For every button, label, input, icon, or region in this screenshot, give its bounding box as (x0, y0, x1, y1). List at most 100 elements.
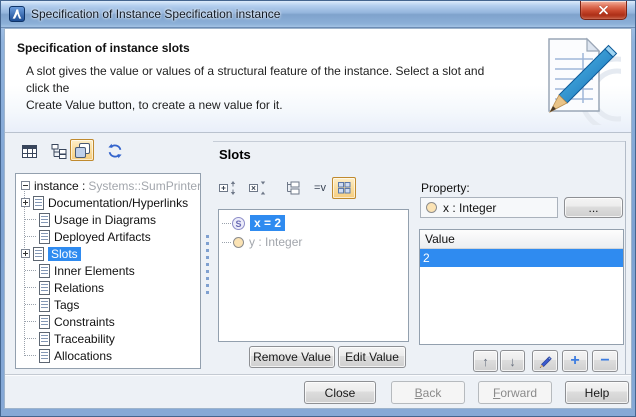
slot-label-selected: x = 2 (250, 215, 285, 231)
tree-guide-stub (222, 242, 231, 243)
root-name: instance : (34, 179, 85, 193)
slots-tree[interactable]: x = 2 y : Integer (218, 209, 409, 342)
tree-guide-stub (222, 223, 231, 224)
value-row-selected[interactable]: 2 (420, 249, 623, 267)
tree-guide-stub (25, 236, 36, 237)
tree-guide-stub (25, 355, 36, 356)
element-tree-panel[interactable]: instance :Systems::SumPrinter Documentat… (15, 173, 201, 369)
refresh-button[interactable] (103, 140, 127, 162)
document-icon (39, 332, 50, 346)
tree-root-label: instance :Systems::SumPrinter (34, 179, 201, 193)
slot-label: y : Integer (249, 235, 302, 249)
grid-mode-icon (338, 182, 351, 194)
document-pencil-icon (529, 33, 621, 125)
tree-row-relations[interactable]: Relations (17, 279, 199, 296)
back-label: Back (415, 386, 442, 400)
document-icon (39, 281, 50, 295)
properties-view-button[interactable] (17, 140, 41, 162)
expand-expander-icon[interactable] (21, 249, 30, 258)
hierarchy-mode-icon (285, 181, 301, 195)
tree-guide-stub (25, 219, 36, 220)
slots-panel-title: Slots (219, 147, 251, 162)
expand-all-icon (218, 180, 236, 196)
document-icon (39, 315, 50, 329)
close-label: Close (325, 386, 356, 400)
tree-row-deployed-artifacts[interactable]: Deployed Artifacts (17, 228, 199, 245)
root-type: Systems::SumPrinter (88, 179, 201, 193)
tree-row-tags[interactable]: Tags (17, 296, 199, 313)
move-down-button[interactable]: ↓ (500, 350, 525, 372)
collapse-nodes-button[interactable] (245, 178, 269, 198)
move-up-button[interactable]: ↑ (473, 350, 498, 372)
slot-empty-icon (233, 237, 244, 248)
tree-item-label: Tags (54, 298, 79, 312)
close-button[interactable] (580, 1, 627, 20)
help-button[interactable]: Help (565, 381, 629, 404)
document-icon (33, 247, 44, 261)
tree-guide-stub (25, 270, 36, 271)
slot-row-x[interactable]: x = 2 (220, 214, 407, 232)
close-dialog-button[interactable]: Close (304, 381, 376, 404)
browse-label: ... (588, 201, 598, 215)
tree-item-label: Usage in Diagrams (54, 213, 156, 227)
tree-row-traceability[interactable]: Traceability (17, 330, 199, 347)
document-icon (39, 349, 50, 363)
hierarchy-mode-button[interactable] (281, 178, 305, 198)
back-button: Back (391, 381, 465, 404)
header-panel: Specification of instance slots A slot g… (5, 29, 631, 133)
tree-row-documentation[interactable]: Documentation/Hyperlinks (17, 194, 199, 211)
remove-value-label: Remove Value (253, 350, 331, 364)
containment-view-button[interactable] (47, 140, 71, 162)
title-bar[interactable]: Specification of Instance Specification … (1, 1, 635, 28)
tree-row-slots[interactable]: Slots (17, 245, 199, 262)
header-title: Specification of instance slots (17, 41, 190, 55)
plus-icon: + (570, 353, 579, 369)
edit-value-icon-button[interactable] (532, 350, 558, 372)
tree-guide-stub (25, 287, 36, 288)
tree-row-inner-elements[interactable]: Inner Elements (17, 262, 199, 279)
expand-nodes-button[interactable] (215, 178, 239, 198)
grid-mode-button[interactable] (332, 177, 356, 199)
equals-v-icon: =v (314, 182, 326, 194)
forward-button: Forward (478, 381, 552, 404)
tree-guide-stub (25, 321, 36, 322)
document-icon (39, 213, 50, 227)
tree-item-label: Inner Elements (54, 264, 135, 278)
tree-row-usage-in-diagrams[interactable]: Usage in Diagrams (17, 211, 199, 228)
add-value-button[interactable]: + (562, 350, 588, 372)
edit-value-button[interactable]: Edit Value (338, 346, 406, 368)
slot-row-y[interactable]: y : Integer (220, 233, 407, 251)
property-value: x : Integer (443, 201, 496, 215)
tree-item-label-selected: Slots (48, 247, 81, 261)
cards-view-button[interactable] (70, 139, 94, 161)
tree-row-allocations[interactable]: Allocations (17, 347, 199, 364)
show-values-button[interactable]: =v (309, 178, 331, 198)
document-icon (39, 264, 50, 278)
edit-value-label: Edit Value (345, 350, 399, 364)
collapse-expander-icon[interactable] (21, 181, 30, 190)
browse-property-button[interactable]: ... (564, 197, 623, 218)
app-icon (9, 6, 25, 22)
slot-empty-icon (426, 202, 437, 213)
expand-expander-icon[interactable] (21, 198, 30, 207)
splitter-handle[interactable] (205, 235, 210, 297)
remove-value-icon-button[interactable]: − (592, 350, 618, 372)
tree-guide-stub (25, 304, 36, 305)
pencil-icon (538, 354, 552, 368)
tree-icon (51, 144, 67, 159)
description-line-1: A slot gives the value or values of a st… (26, 63, 496, 97)
window-title: Specification of Instance Specification … (31, 7, 280, 21)
up-arrow-icon: ↑ (482, 355, 489, 368)
tree-item-label: Deployed Artifacts (54, 230, 151, 244)
value-table[interactable]: Value 2 (419, 229, 624, 345)
document-icon (39, 230, 50, 244)
remove-value-button[interactable]: Remove Value (249, 346, 335, 368)
document-icon (39, 298, 50, 312)
document-icon (33, 196, 44, 210)
tree-row-constraints[interactable]: Constraints (17, 313, 199, 330)
header-description: A slot gives the value or values of a st… (26, 63, 496, 114)
tree-root-row[interactable]: instance :Systems::SumPrinter (17, 177, 199, 194)
value-column-header[interactable]: Value (420, 230, 623, 249)
down-arrow-icon: ↓ (509, 355, 516, 368)
collapse-all-icon (248, 180, 266, 196)
